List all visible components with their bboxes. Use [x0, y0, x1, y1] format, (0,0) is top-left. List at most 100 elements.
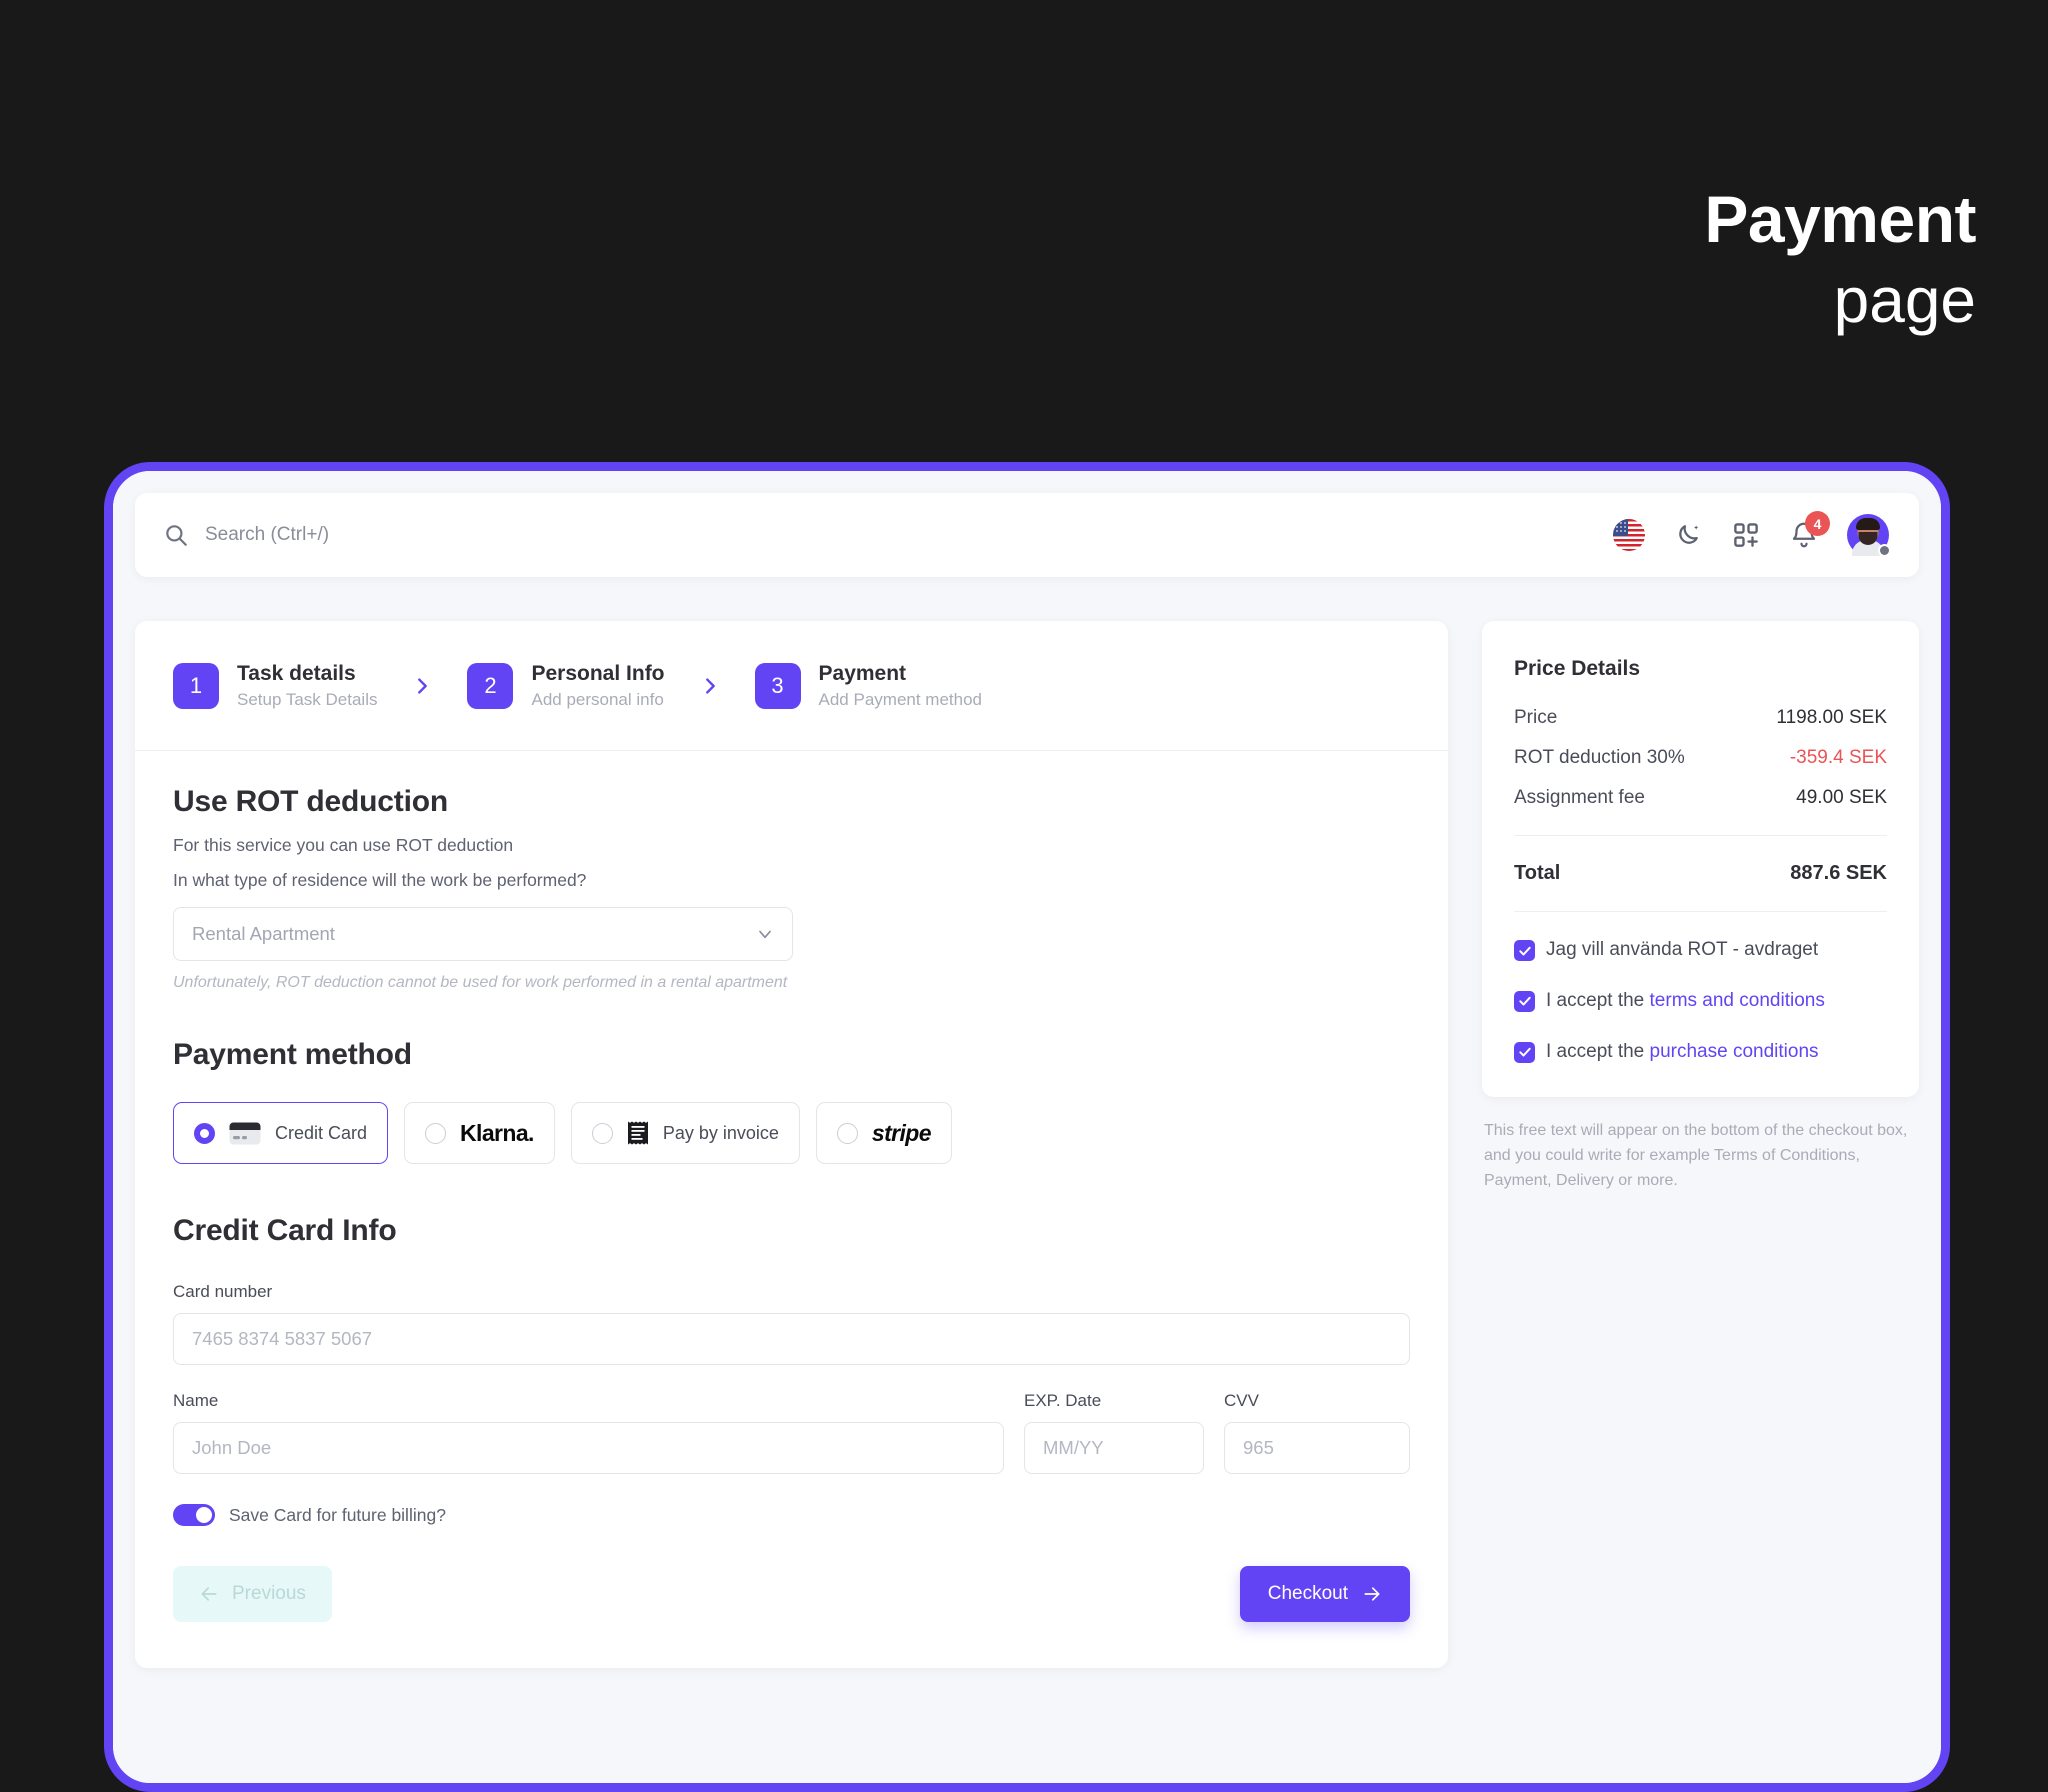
step-subtitle: Add personal info — [531, 690, 664, 710]
radio-credit-card[interactable] — [194, 1122, 215, 1144]
device-frame: 4 1 — [104, 462, 1950, 1792]
check-icon — [1518, 1047, 1531, 1057]
avatar[interactable] — [1847, 514, 1891, 557]
notifications-button[interactable]: 4 — [1789, 511, 1830, 550]
save-card-row: Save Card for future billing? — [173, 1504, 1410, 1527]
step-personal-info[interactable]: 2 Personal Info Add personal info — [467, 661, 665, 710]
arrow-right-icon — [1364, 1587, 1380, 1601]
invoice-icon — [627, 1121, 648, 1145]
price-row: ROT deduction 30% -359.4 SEK — [1514, 747, 1887, 769]
us-flag-icon — [1613, 519, 1645, 551]
radio-invoice[interactable] — [591, 1122, 613, 1144]
grid-plus-icon — [1734, 523, 1758, 547]
checkbox-row-purchase[interactable]: I accept the purchase conditions — [1514, 1040, 1887, 1064]
search-icon — [166, 525, 187, 546]
exp-date-input[interactable] — [1024, 1422, 1204, 1475]
card-number-input[interactable] — [173, 1313, 1410, 1366]
form-body: Use ROT deduction For this service you c… — [135, 751, 1448, 1668]
main-column: 1 Task details Setup Task Details 2 Pers… — [135, 621, 1448, 1669]
checkbox-row-rot[interactable]: Jag vill använda ROT - avdraget — [1514, 938, 1887, 962]
card-details-row: Name EXP. Date CVV — [173, 1391, 1410, 1475]
terms-and-conditions-link[interactable]: terms and conditions — [1650, 990, 1825, 1011]
step-title: Personal Info — [531, 662, 665, 685]
step-number: 3 — [754, 662, 801, 709]
card-number-label: Card number — [173, 1282, 273, 1302]
payment-option-klarna[interactable]: Klarna. — [404, 1102, 555, 1165]
checkbox-text-purchase: I accept the — [1546, 1040, 1650, 1062]
checkout-button[interactable]: Checkout — [1239, 1566, 1410, 1623]
price-row-label: Price — [1514, 707, 1558, 728]
language-flag-button[interactable] — [1613, 519, 1645, 551]
dark-mode-button[interactable] — [1673, 520, 1703, 550]
price-details-card: Price Details Price 1198.00 SEK ROT dedu… — [1482, 621, 1919, 1098]
previous-button-label: Previous — [232, 1583, 306, 1605]
payment-option-invoice[interactable]: Pay by invoice — [570, 1102, 800, 1165]
radio-stripe[interactable] — [836, 1122, 858, 1144]
checkbox-rot[interactable] — [1514, 940, 1535, 961]
checkout-card: 1 Task details Setup Task Details 2 Pers… — [135, 621, 1448, 1669]
check-icon — [1518, 946, 1531, 955]
moon-icon — [1679, 525, 1699, 544]
name-field: Name — [173, 1391, 1004, 1475]
search-bar[interactable] — [163, 522, 1613, 548]
price-row-label: Assignment fee — [1514, 787, 1645, 808]
price-row-value: 49.00 SEK — [1796, 787, 1887, 808]
checkbox-row-terms[interactable]: I accept the terms and conditions — [1514, 989, 1887, 1013]
residence-type-value: Rental Apartment — [173, 907, 793, 962]
payment-method-heading: Payment method — [173, 1038, 412, 1072]
step-task-details[interactable]: 1 Task details Setup Task Details — [173, 661, 377, 710]
previous-button[interactable]: Previous — [173, 1566, 332, 1623]
price-rows: Price 1198.00 SEK ROT deduction 30% -359… — [1514, 707, 1887, 836]
avatar-status-dot — [1878, 544, 1891, 557]
credit-card-icon — [229, 1122, 261, 1145]
cvv-field: CVV — [1224, 1391, 1410, 1475]
checkbox-label-purchase: I accept the purchase conditions — [1546, 1040, 1819, 1064]
apps-button[interactable] — [1731, 520, 1761, 550]
credit-card-heading: Credit Card Info — [173, 1214, 397, 1248]
price-row: Price 1198.00 SEK — [1514, 707, 1887, 729]
step-title: Task details — [237, 662, 356, 685]
page-content: 1 Task details Setup Task Details 2 Pers… — [135, 621, 1919, 1669]
cvv-input[interactable] — [1224, 1422, 1410, 1475]
payment-option-label: Credit Card — [275, 1122, 368, 1143]
price-row: Assignment fee 49.00 SEK — [1514, 787, 1887, 809]
rot-heading: Use ROT deduction — [173, 785, 448, 819]
cvv-label: CVV — [1224, 1391, 1259, 1411]
step-subtitle: Add Payment method — [818, 690, 982, 710]
price-row-label: ROT deduction 30% — [1514, 747, 1685, 768]
checkbox-label-rot: Jag vill använda ROT - avdraget — [1546, 939, 1819, 960]
price-total-label: Total — [1514, 862, 1561, 884]
step-number: 2 — [467, 662, 514, 709]
rot-question: In what type of residence will the work … — [173, 870, 587, 891]
save-card-toggle[interactable] — [173, 1504, 215, 1527]
stepper: 1 Task details Setup Task Details 2 Pers… — [135, 621, 1448, 752]
exp-date-field: EXP. Date — [1024, 1391, 1204, 1475]
topbar: 4 — [135, 493, 1919, 577]
payment-method-options: Credit Card Klarna. Pay by invoice strip… — [173, 1102, 1410, 1165]
checkout-button-label: Checkout — [1267, 1583, 1348, 1605]
payment-option-credit-card[interactable]: Credit Card — [173, 1102, 389, 1165]
rot-description: For this service you can use ROT deducti… — [173, 835, 514, 856]
residence-type-select[interactable]: Rental Apartment — [173, 907, 793, 962]
form-actions: Previous Checkout — [173, 1566, 1410, 1623]
checkbox-text-terms: I accept the — [1546, 989, 1650, 1011]
checkbox-purchase[interactable] — [1514, 1041, 1535, 1063]
step-payment[interactable]: 3 Payment Add Payment method — [754, 661, 982, 710]
free-text-note: This free text will appear on the bottom… — [1484, 1122, 1908, 1189]
payment-option-stripe[interactable]: stripe — [815, 1102, 952, 1165]
search-input[interactable] — [205, 524, 625, 546]
purchase-conditions-link[interactable]: purchase conditions — [1650, 1041, 1819, 1062]
radio-klarna[interactable] — [425, 1122, 447, 1144]
name-input[interactable] — [173, 1422, 1004, 1475]
price-row-value: 1198.00 SEK — [1776, 707, 1887, 728]
poster-title-line1: Payment — [1704, 182, 1976, 256]
checkbox-label-terms: I accept the terms and conditions — [1546, 989, 1825, 1013]
checkbox-terms[interactable] — [1514, 990, 1535, 1012]
price-row-value: -359.4 SEK — [1789, 747, 1887, 768]
step-number: 1 — [173, 662, 219, 709]
step-title: Payment — [818, 662, 907, 685]
chevron-down-icon — [759, 930, 771, 939]
step-text: Personal Info Add personal info — [531, 661, 664, 710]
avatar-hair — [1856, 518, 1880, 530]
price-total-value: 887.6 SEK — [1790, 862, 1887, 884]
